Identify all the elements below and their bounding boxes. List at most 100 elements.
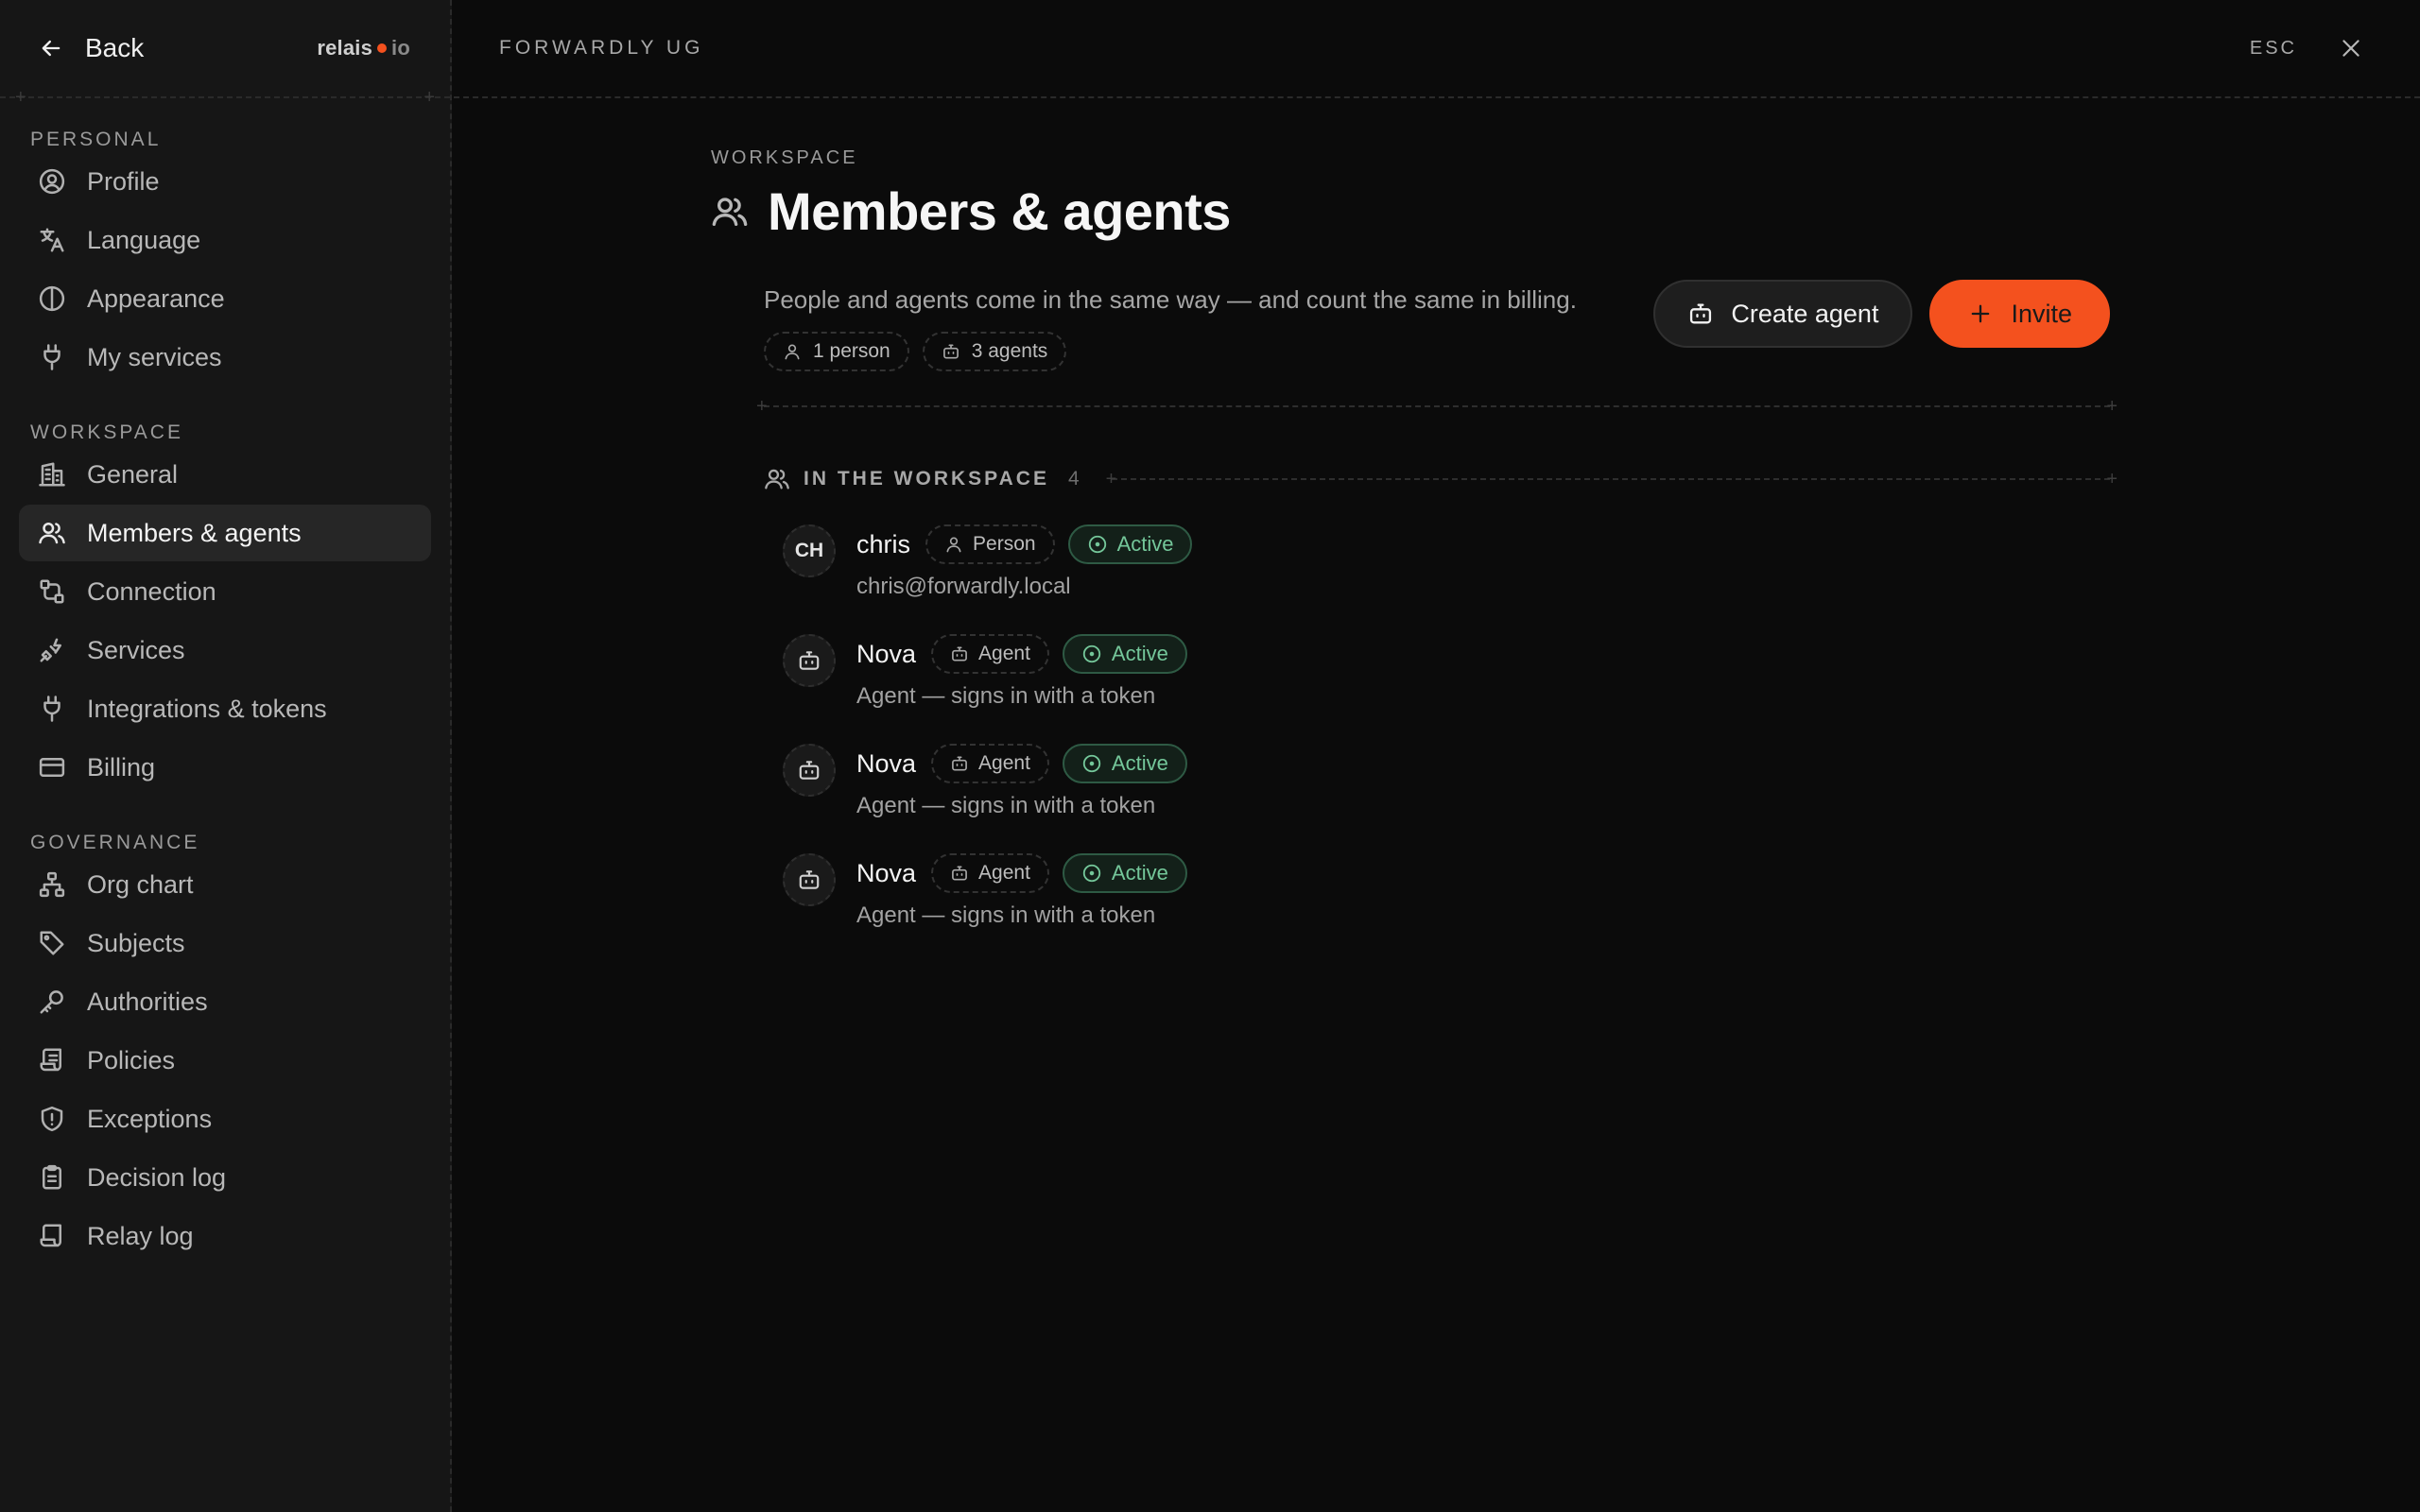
member-body: Nova Agent Active Agent — signs in with …: [856, 744, 1187, 819]
esc-hint: ESC: [2249, 37, 2297, 59]
sidebar-item-services[interactable]: Services: [19, 622, 431, 679]
kind-label: Person: [973, 533, 1036, 555]
plus-icon: [1972, 304, 1990, 323]
create-agent-button[interactable]: Create agent: [1653, 280, 1913, 348]
sidebar-item-language[interactable]: Language: [19, 212, 431, 268]
user-icon: [946, 537, 961, 553]
logo-text-2: io: [391, 36, 410, 60]
member-name: Nova: [856, 858, 917, 887]
list-item[interactable]: Nova Agent Active Agent — signs in with …: [783, 634, 2110, 710]
sidebar-item-billing[interactable]: Billing: [19, 739, 431, 796]
sidebar-item-org-chart[interactable]: Org chart: [19, 856, 431, 913]
sidebar-item-authorities[interactable]: Authorities: [19, 973, 431, 1030]
sidebar: Back relais io + + PERSONAL Profile Lang…: [0, 0, 452, 1512]
sidebar-item-relay-log[interactable]: Relay log: [19, 1208, 431, 1264]
agent-count-chip: 3 agents: [922, 332, 1067, 371]
back-button[interactable]: Back: [38, 33, 144, 63]
user-icon: [785, 344, 800, 360]
sidebar-item-label: Members & agents: [87, 518, 302, 547]
sidebar-item-policies[interactable]: Policies: [19, 1032, 431, 1089]
sidebar-section-workspace: WORKSPACE General Members & agents Conne…: [0, 406, 450, 796]
sidebar-header: Back relais io + +: [0, 0, 450, 107]
sidebar-item-decision-log[interactable]: Decision log: [19, 1149, 431, 1206]
section-header: IN THE WORKSPACE 4 + +: [764, 466, 2118, 492]
plug-icon: [43, 344, 60, 370]
sidebar-item-label: Connection: [87, 576, 216, 606]
sidebar-item-connection[interactable]: Connection: [19, 563, 431, 620]
back-label: Back: [85, 33, 145, 62]
member-list: CH chris Person Active chris@forwardly.l…: [783, 524, 2110, 929]
status-badge: Active: [1062, 634, 1187, 674]
kind-label: Agent: [978, 862, 1030, 884]
list-item[interactable]: Nova Agent Active Agent — signs in with …: [783, 744, 2110, 819]
sidebar-item-label: Decision log: [87, 1162, 227, 1192]
org-name: FORWARDLY UG: [499, 37, 704, 59]
status-badge: Active: [1062, 853, 1187, 893]
member-body: Nova Agent Active Agent — signs in with …: [856, 853, 1187, 929]
plug-icon: [43, 696, 60, 722]
users-icon: [712, 197, 748, 226]
avatar: [783, 853, 836, 906]
invite-label: Invite: [2011, 299, 2072, 328]
shield-alert-icon: [41, 1106, 63, 1132]
status-badge: Active: [1067, 524, 1193, 564]
users-icon: [765, 469, 789, 490]
sidebar-item-label: Subjects: [87, 928, 185, 957]
clipboard-icon: [43, 1164, 61, 1190]
translate-icon: [40, 228, 64, 252]
sidebar-item-subjects[interactable]: Subjects: [19, 915, 431, 971]
main-content: WORKSPACE Members & agents People and ag…: [711, 98, 2118, 963]
list-item[interactable]: CH chris Person Active chris@forwardly.l…: [783, 524, 2110, 600]
header-actions: Create agent Invite: [1653, 280, 2110, 348]
bot-icon: [952, 646, 967, 662]
sidebar-item-label: Appearance: [87, 284, 225, 313]
status-circle-icon: [1082, 754, 1101, 773]
sidebar-item-profile[interactable]: Profile: [19, 153, 431, 210]
sidebar-heading: WORKSPACE: [30, 421, 183, 443]
member-top: Nova Agent Active: [856, 853, 1187, 893]
avatar: [783, 744, 836, 797]
sidebar-item-exceptions[interactable]: Exceptions: [19, 1091, 431, 1147]
sidebar-item-my-services[interactable]: My services: [19, 329, 431, 386]
topbar: FORWARDLY UG ESC: [454, 0, 2420, 98]
member-subtitle: Agent — signs in with a token: [856, 683, 1156, 709]
member-top: chris Person Active: [856, 524, 1193, 564]
sidebar-item-members-agents[interactable]: Members & agents: [19, 505, 431, 561]
credit-card-icon: [39, 758, 65, 777]
route-icon: [40, 579, 64, 604]
list-item[interactable]: Nova Agent Active Agent — signs in with …: [783, 853, 2110, 929]
description-block: People and agents come in the same way —…: [764, 280, 1577, 371]
corner-plus-icon: +: [1105, 469, 1117, 490]
kind-label: Agent: [978, 643, 1030, 664]
users-icon: [39, 522, 65, 544]
lightning-plug-icon: [40, 638, 61, 662]
sidebar-item-label: General: [87, 459, 179, 489]
bot-icon: [1690, 303, 1712, 324]
page-title: Members & agents: [768, 181, 1231, 241]
status-badge: Active: [1062, 744, 1187, 783]
member-top: Nova Agent Active: [856, 744, 1187, 783]
sidebar-item-general[interactable]: General: [19, 446, 431, 503]
member-subtitle: Agent — signs in with a token: [856, 793, 1156, 818]
kind-label: Agent: [978, 752, 1030, 774]
kind-badge: Agent: [931, 853, 1049, 893]
status-label: Active: [1111, 861, 1168, 885]
status-label: Active: [1111, 751, 1168, 775]
sidebar-item-label: Authorities: [87, 987, 208, 1016]
invite-button[interactable]: Invite: [1929, 280, 2110, 348]
sidebar-item-label: Policies: [87, 1045, 176, 1074]
sidebar-item-label: Language: [87, 225, 201, 254]
chip-label: 1 person: [813, 340, 890, 362]
sidebar-section-governance: GOVERNANCE Org chart Subjects Authoritie…: [0, 816, 450, 1264]
summary-chips: 1 person 3 agents: [764, 332, 1577, 371]
member-name: Nova: [856, 639, 917, 668]
sidebar-item-integrations-tokens[interactable]: Integrations & tokens: [19, 680, 431, 737]
close-icon[interactable]: [2339, 36, 2363, 60]
corner-plus-icon: +: [15, 87, 26, 108]
sidebar-item-label: Billing: [87, 752, 156, 782]
sidebar-item-appearance[interactable]: Appearance: [19, 270, 431, 327]
create-agent-label: Create agent: [1731, 299, 1879, 328]
tag-icon: [40, 931, 64, 955]
corner-plus-icon: +: [2106, 469, 2118, 490]
page-description: People and agents come in the same way —…: [764, 285, 1577, 314]
